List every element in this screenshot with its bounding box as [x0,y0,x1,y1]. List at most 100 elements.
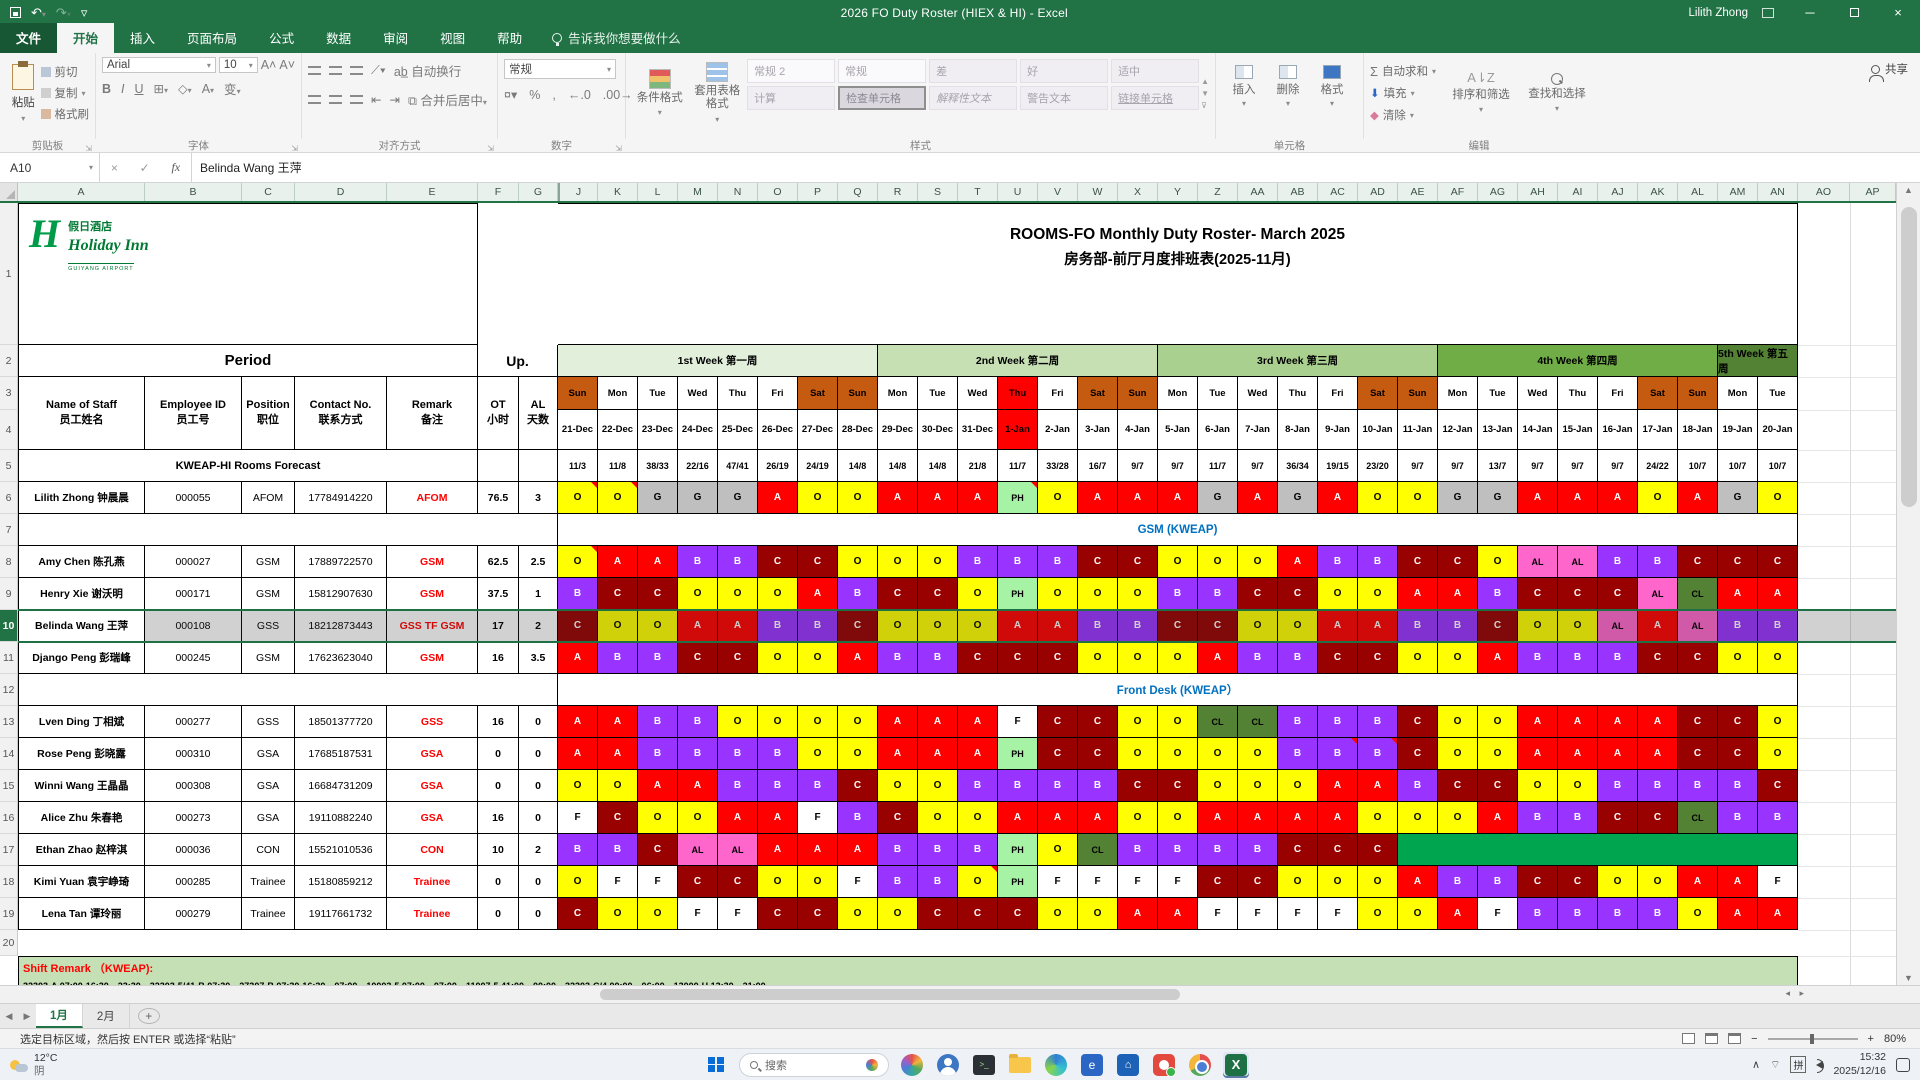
staff-name-cell[interactable]: Lena Tan 谭玲丽 [18,898,145,930]
shift-cell[interactable]: O [758,578,798,610]
shift-cell[interactable]: O [598,610,638,642]
shift-cell[interactable]: A [1318,610,1358,642]
shift-cell[interactable]: B [998,770,1038,802]
tab-review[interactable]: 审阅 [367,23,424,53]
day-name-cell[interactable]: Wed [958,377,998,410]
shift-cell[interactable]: O [838,482,878,514]
shift-cell[interactable]: O [1518,770,1558,802]
shift-cell[interactable]: C [1758,546,1798,578]
shift-cell[interactable]: B [1598,546,1638,578]
taskbar-app-colorful[interactable] [899,1052,925,1078]
shift-cell[interactable]: C [1118,546,1158,578]
cell-style-chip[interactable]: 常规 [838,59,926,83]
fill-button[interactable]: ⬇填充▾ [1370,85,1436,101]
shift-cell[interactable]: O [1038,898,1078,930]
position-cell[interactable]: GSM [242,546,295,578]
date-cell[interactable]: 11-Jan [1398,410,1438,450]
ot-cell[interactable]: 16 [478,706,519,738]
date-cell[interactable]: 5-Jan [1158,410,1198,450]
shift-cell[interactable]: B [838,578,878,610]
align-center-icon[interactable] [329,95,342,104]
shift-cell[interactable]: F [1078,866,1118,898]
shift-cell[interactable]: G [1438,482,1478,514]
forecast-cell[interactable]: 47/41 [718,450,758,482]
align-top-icon[interactable] [308,66,321,75]
shift-cell[interactable]: O [558,546,598,578]
remark-cell[interactable]: GSM [387,642,478,674]
shift-cell[interactable]: C [1478,610,1518,642]
forecast-cell[interactable]: 11/3 [558,450,598,482]
forecast-cell[interactable]: 13/7 [1478,450,1518,482]
date-cell[interactable]: 14-Jan [1518,410,1558,450]
remark-cell[interactable]: Trainee [387,866,478,898]
position-cell[interactable]: GSS [242,610,295,642]
shift-cell[interactable]: A [958,706,998,738]
shift-cell[interactable]: AL [678,834,718,866]
staff-name-cell[interactable]: Winni Wang 王晶晶 [18,770,145,802]
date-cell[interactable]: 20-Jan [1758,410,1798,450]
day-name-cell[interactable]: Mon [878,377,918,410]
cell-style-chip[interactable]: 常规 2 [747,59,835,83]
row-header[interactable]: 5 [0,450,18,482]
new-sheet-button[interactable]: + [138,1008,160,1024]
borders-icon[interactable]: ⊞▾ [154,81,169,96]
shift-cell[interactable]: O [798,738,838,770]
shift-cell[interactable]: A [918,706,958,738]
ot-cell[interactable]: 16 [478,802,519,834]
ot-cell[interactable]: 0 [478,738,519,770]
shift-cell[interactable]: B [718,738,758,770]
delete-cells-button[interactable]: 删除▾ [1266,57,1310,108]
shift-cell[interactable]: C [958,898,998,930]
shift-cell[interactable]: C [1478,770,1518,802]
day-name-cell[interactable]: Wed [678,377,718,410]
shift-cell[interactable]: C [1398,546,1438,578]
shift-cell[interactable]: O [838,898,878,930]
shift-cell[interactable]: C [1198,866,1238,898]
shift-cell[interactable]: O [1758,738,1798,770]
tab-home[interactable]: 开始 [57,23,114,53]
shift-cell[interactable]: O [1358,578,1398,610]
forecast-cell[interactable]: 10/7 [1758,450,1798,482]
date-cell[interactable]: 26-Dec [758,410,798,450]
row-header[interactable]: 20 [0,930,18,956]
shift-cell[interactable]: A [1278,546,1318,578]
shift-cell[interactable]: C [1038,706,1078,738]
al-cell[interactable]: 2.5 [519,546,558,578]
employee-id-cell[interactable]: 000108 [145,610,242,642]
row-header[interactable]: 19 [0,898,18,930]
forecast-cell[interactable]: 10/7 [1678,450,1718,482]
shift-cell[interactable]: A [838,642,878,674]
shift-cell[interactable]: PH [998,866,1038,898]
shift-cell[interactable]: A [718,802,758,834]
conditional-formatting-button[interactable]: 条件格式▾ [632,57,688,129]
shift-cell[interactable]: G [1198,482,1238,514]
shift-cell[interactable]: F [1118,866,1158,898]
date-cell[interactable]: 30-Dec [918,410,958,450]
shift-cell[interactable]: O [1038,578,1078,610]
row-header[interactable]: 2 [0,345,18,377]
shift-cell[interactable]: PH [998,834,1038,866]
shift-cell[interactable]: O [1358,898,1398,930]
shift-cell[interactable]: O [1558,770,1598,802]
date-cell[interactable]: 15-Jan [1558,410,1598,450]
shift-cell[interactable]: A [1598,738,1638,770]
shift-cell[interactable]: C [1318,642,1358,674]
shift-cell[interactable]: A [1678,482,1718,514]
accounting-format-icon[interactable]: ¤▾ [504,87,517,102]
tab-help[interactable]: 帮助 [481,23,538,53]
tab-insert[interactable]: 插入 [114,23,171,53]
date-cell[interactable]: 31-Dec [958,410,998,450]
column-header[interactable]: E [387,183,478,201]
day-name-cell[interactable]: Tue [1198,377,1238,410]
ot-cell[interactable]: 0 [478,898,519,930]
remark-cell[interactable]: GSA [387,802,478,834]
shift-cell[interactable]: AL [718,834,758,866]
date-cell[interactable]: 28-Dec [838,410,878,450]
forecast-cell[interactable]: 24/22 [1638,450,1678,482]
shift-cell[interactable]: C [878,802,918,834]
shift-cell[interactable]: A [558,706,598,738]
shift-cell[interactable]: C [1718,738,1758,770]
shift-cell[interactable]: C [558,898,598,930]
row-header[interactable]: 7 [0,514,18,546]
shift-cell[interactable]: CL [1198,706,1238,738]
